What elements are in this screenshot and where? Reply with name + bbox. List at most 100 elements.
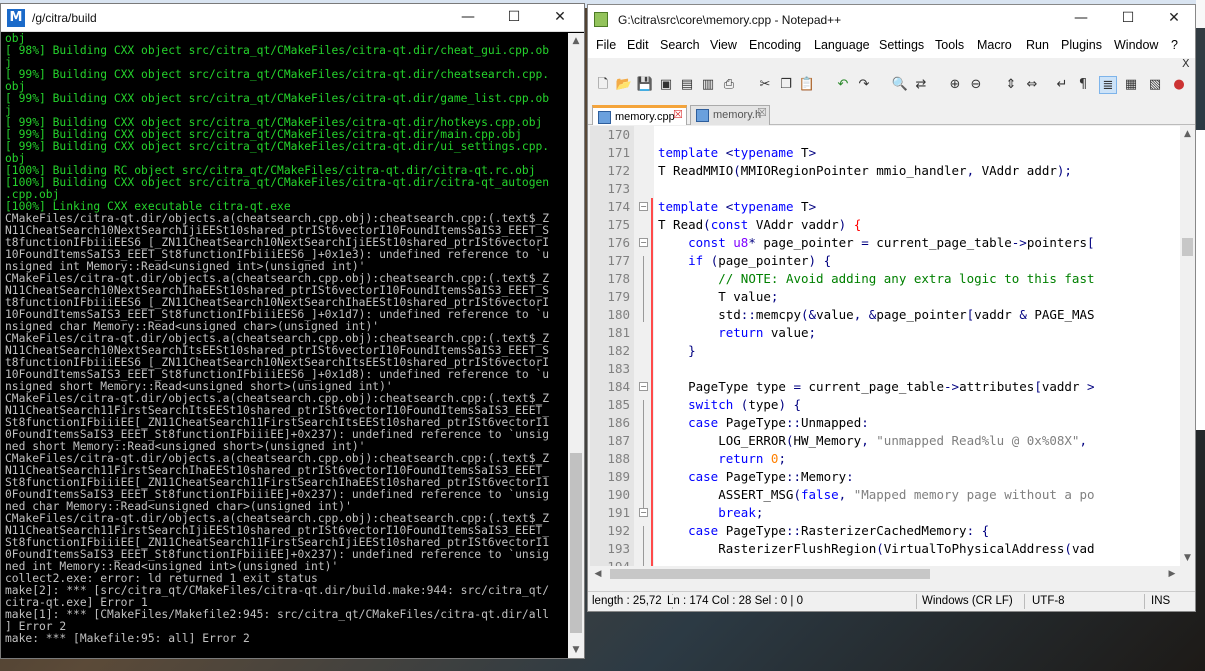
open-file-icon[interactable]: 📂 xyxy=(615,76,633,94)
terminal-line: [ 99%] Building CXX object src/citra_qt/… xyxy=(5,92,550,105)
tab-label: memory.h xyxy=(713,109,762,121)
new-file-icon[interactable]: 🗋 xyxy=(594,76,612,94)
sync-vertical-icon[interactable]: ⇕ xyxy=(1002,76,1020,94)
doc-map-icon[interactable]: ▧ xyxy=(1146,76,1164,94)
line-number: 186 xyxy=(607,415,630,430)
status-divider xyxy=(1144,594,1145,609)
status-encoding[interactable]: UTF-8 xyxy=(1032,595,1065,607)
line-number: 190 xyxy=(607,487,630,502)
record-macro-icon[interactable]: ● xyxy=(1170,76,1188,94)
scrollbar-thumb[interactable] xyxy=(570,453,582,633)
tab-memory-cpp[interactable]: memory.cpp ☒ xyxy=(592,105,687,125)
editor-area[interactable]: 170 171 172 173 174 175 176 177 178 179 180 181 182 1… xyxy=(590,126,1180,566)
minimize-button[interactable]: — xyxy=(1058,5,1104,33)
scroll-left-arrow-icon[interactable]: ◀ xyxy=(590,566,606,582)
close-all-icon[interactable]: ▥ xyxy=(699,76,717,94)
close-button[interactable]: ✕ xyxy=(1151,5,1197,33)
terminal-titlebar[interactable]: M /g/citra/build — ☐ ✕ xyxy=(1,4,584,32)
copy-icon[interactable]: ❐ xyxy=(777,76,795,94)
line-number: 187 xyxy=(607,433,630,448)
maximize-button[interactable]: ☐ xyxy=(1105,5,1151,33)
code-line: switch (type) { xyxy=(688,397,802,412)
fold-toggle-icon[interactable]: − xyxy=(639,382,648,391)
close-file-icon[interactable]: ▤ xyxy=(678,76,696,94)
line-number: 176 xyxy=(607,235,630,250)
cut-icon[interactable]: ✂ xyxy=(756,76,774,94)
status-insert-mode[interactable]: INS xyxy=(1151,595,1170,607)
tab-label: memory.cpp xyxy=(615,111,675,123)
line-number: 178 xyxy=(607,271,630,286)
word-wrap-icon[interactable]: ↵ xyxy=(1053,76,1071,94)
notepad-titlebar[interactable]: G:\citra\src\core\memory.cpp - Notepad++… xyxy=(588,5,1195,34)
status-eol[interactable]: Windows (CR LF) xyxy=(922,595,1013,607)
scroll-down-arrow-icon[interactable]: ▼ xyxy=(1180,550,1195,566)
menu-tools[interactable]: Tools xyxy=(935,38,964,52)
scroll-up-arrow-icon[interactable]: ▲ xyxy=(568,33,584,49)
menu-bar: File Edit Search View Encoding Language … xyxy=(588,34,1195,58)
scrollbar-thumb[interactable] xyxy=(610,569,930,579)
menu-view[interactable]: View xyxy=(710,38,737,52)
menu-settings[interactable]: Settings xyxy=(879,38,924,52)
menu-search[interactable]: Search xyxy=(660,38,700,52)
zoom-out-icon[interactable]: ⊖ xyxy=(967,76,985,94)
print-icon[interactable]: ⎙ xyxy=(720,76,738,94)
line-number: 193 xyxy=(607,541,630,556)
editor-horizontal-scrollbar[interactable]: ◀ ▶ xyxy=(590,566,1180,582)
scroll-up-arrow-icon[interactable]: ▲ xyxy=(1180,126,1195,142)
status-position: Ln : 174 Col : 28 Sel : 0 | 0 xyxy=(663,595,803,607)
menu-macro[interactable]: Macro xyxy=(977,38,1012,52)
scroll-right-arrow-icon[interactable]: ▶ xyxy=(1164,566,1180,582)
menu-window[interactable]: Window xyxy=(1114,38,1158,52)
fold-toggle-icon[interactable]: − xyxy=(639,508,648,517)
close-button[interactable]: ✕ xyxy=(537,4,583,32)
line-number: 192 xyxy=(607,523,630,538)
menu-help[interactable]: ? xyxy=(1171,38,1178,52)
menu-file[interactable]: File xyxy=(596,38,616,52)
code-line: template <typename T> xyxy=(658,145,817,160)
replace-icon[interactable]: ⇄ xyxy=(912,76,930,94)
save-all-icon[interactable]: ▣ xyxy=(657,76,675,94)
indent-guide-icon[interactable]: ≣ xyxy=(1099,76,1117,94)
code-line: case PageType::RasterizerCachedMemory: { xyxy=(688,523,990,538)
save-icon[interactable]: 💾 xyxy=(636,76,654,94)
terminal-line: [ 99%] Building CXX object src/citra_qt/… xyxy=(5,140,550,153)
line-number: 183 xyxy=(607,361,630,376)
tab-memory-h[interactable]: memory.h ☒ xyxy=(690,105,770,125)
paste-icon[interactable]: 📋 xyxy=(798,76,816,94)
code-line: break; xyxy=(718,505,764,520)
redo-icon[interactable]: ↷ xyxy=(855,76,873,94)
background-window-edge xyxy=(1196,130,1205,430)
find-icon[interactable]: 🔍 xyxy=(891,76,909,94)
close-document-button[interactable]: X xyxy=(1182,57,1190,70)
minimize-button[interactable]: — xyxy=(445,4,491,32)
code-line: case PageType::Unmapped: xyxy=(688,415,869,430)
menu-language[interactable]: Language xyxy=(814,38,870,52)
code-line: RasterizerFlushRegion(VirtualToPhysicalA… xyxy=(658,541,1095,556)
terminal-output[interactable]: obj[ 98%] Building CXX object src/citra_… xyxy=(5,33,566,658)
line-number: 188 xyxy=(607,451,630,466)
terminal-window[interactable]: M /g/citra/build — ☐ ✕ obj[ 98%] Buildin… xyxy=(0,3,585,659)
undo-icon[interactable]: ↶ xyxy=(834,76,852,94)
notepad-plus-plus-window[interactable]: G:\citra\src\core\memory.cpp - Notepad++… xyxy=(587,4,1196,612)
zoom-in-icon[interactable]: ⊕ xyxy=(946,76,964,94)
language-udl-icon[interactable]: ▦ xyxy=(1122,76,1140,94)
menu-plugins[interactable]: Plugins xyxy=(1061,38,1102,52)
show-all-chars-icon[interactable]: ¶ xyxy=(1074,76,1092,94)
maximize-button[interactable]: ☐ xyxy=(491,4,537,32)
code-line: T ReadMMIO(MMIORegionPointer mmio_handle… xyxy=(658,163,1072,178)
source-code[interactable]: template <typename T> T ReadMMIO(MMIORegi… xyxy=(658,126,1178,566)
tab-close-icon[interactable]: ☒ xyxy=(673,108,683,121)
fold-toggle-icon[interactable]: − xyxy=(639,238,648,247)
sync-horizontal-icon[interactable]: ⇔ xyxy=(1023,76,1041,94)
fold-toggle-icon[interactable]: − xyxy=(639,202,648,211)
scrollbar-thumb[interactable] xyxy=(1182,238,1193,256)
scroll-down-arrow-icon[interactable]: ▼ xyxy=(568,642,584,658)
editor-vertical-scrollbar[interactable]: ▲ ▼ xyxy=(1180,126,1195,566)
menu-edit[interactable]: Edit xyxy=(627,38,649,52)
terminal-scrollbar[interactable]: ▲ ▼ xyxy=(568,33,584,658)
tab-close-icon[interactable]: ☒ xyxy=(757,106,767,119)
menu-encoding[interactable]: Encoding xyxy=(749,38,801,52)
menu-run[interactable]: Run xyxy=(1026,38,1049,52)
